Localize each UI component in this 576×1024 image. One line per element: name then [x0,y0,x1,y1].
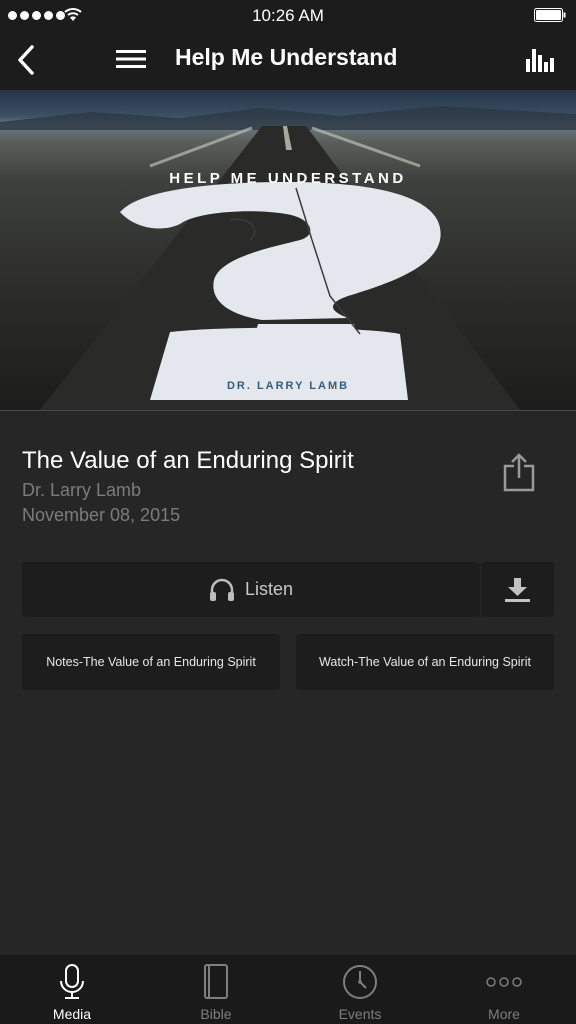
tab-label: Events [338,1006,382,1022]
tab-label: More [488,1006,520,1022]
hamburger-menu-icon[interactable] [116,48,146,70]
chevron-left-icon[interactable] [14,44,38,76]
listen-button[interactable]: Listen [22,562,480,617]
battery-icon [534,8,566,22]
road-question-mark-art [0,106,576,410]
tab-bar: Media Bible Events More [0,955,576,1024]
download-icon [505,578,530,602]
status-bar: 10:26 AM [0,0,576,30]
clock-icon [343,965,377,999]
headphones-icon [209,578,234,601]
tab-bible[interactable]: Bible [144,955,288,1024]
notes-button[interactable]: Notes-The Value of an Enduring Spirit [22,634,280,690]
watch-button[interactable]: Watch-The Value of an Enduring Spirit [296,634,554,690]
tab-label: Bible [200,1006,232,1022]
series-artwork: HELP ME UNDERSTAND DR. LARRY LAMB [0,90,576,410]
sermon-title: The Value of an Enduring Spirit [22,447,354,474]
divider [0,410,576,411]
sermon-speaker: Dr. Larry Lamb [22,480,142,500]
download-button[interactable] [481,562,554,617]
tab-events[interactable]: Events [288,955,432,1024]
series-title: HELP ME UNDERSTAND [169,170,407,187]
tab-media[interactable]: Media [0,955,144,1024]
listen-label: Listen [244,579,294,599]
series-author: DR. LARRY LAMB [226,380,350,392]
microphone-icon [60,964,84,999]
bar-chart-icon[interactable] [526,45,554,73]
page-title: Help Me Understand [175,44,398,70]
share-icon[interactable] [502,452,536,492]
more-dots-icon [486,977,522,987]
sermon-date: November 08, 2015 [22,505,181,525]
status-time: 10:26 AM [252,6,324,25]
tab-more[interactable]: More [432,955,576,1024]
nav-bar: Help Me Understand [0,30,576,90]
book-icon [204,964,228,999]
tab-label: Media [52,1006,92,1022]
